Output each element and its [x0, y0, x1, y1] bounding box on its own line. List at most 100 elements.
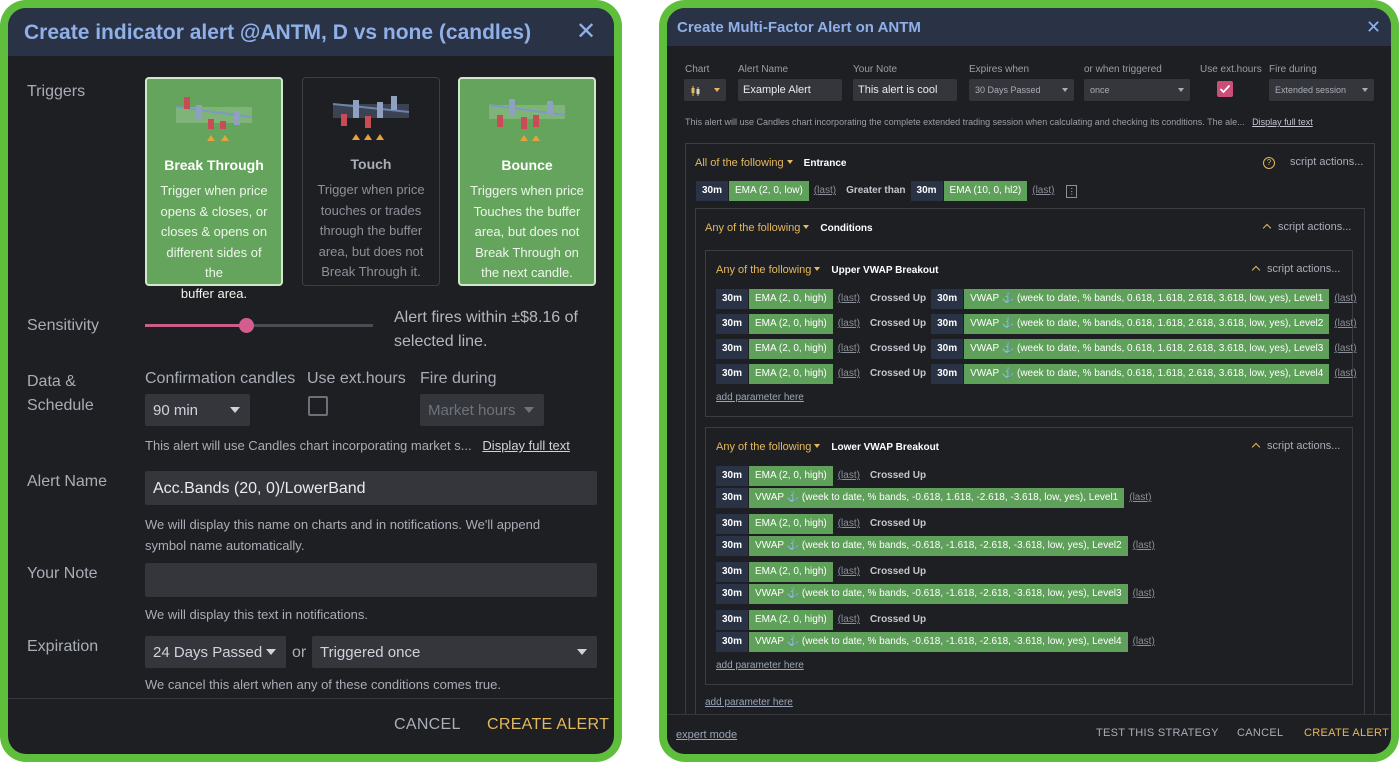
- indicator-tag[interactable]: EMA (2, 0, high): [749, 289, 833, 309]
- expiration-select[interactable]: 24 Days Passed: [145, 636, 286, 668]
- close-icon[interactable]: ✕: [576, 20, 596, 44]
- quantifier-dropdown[interactable]: Any of the following: [716, 264, 811, 276]
- indicator-tag[interactable]: EMA (2, 0, high): [749, 466, 833, 486]
- timeframe-tag[interactable]: 30m: [716, 339, 749, 359]
- timeframe-tag[interactable]: 30m: [910, 181, 943, 201]
- help-icon[interactable]: ?: [1263, 157, 1275, 169]
- indicator-tag[interactable]: VWAP ⚓ (week to date, % bands, -0.618, -…: [749, 632, 1128, 652]
- create-alert-button[interactable]: CREATE ALERT: [487, 716, 609, 734]
- last-link[interactable]: (last): [1329, 364, 1361, 384]
- last-link[interactable]: (last): [1329, 289, 1361, 309]
- last-link[interactable]: (last): [833, 364, 865, 384]
- comparison[interactable]: Crossed Up: [865, 289, 931, 309]
- timeframe-tag[interactable]: 30m: [716, 488, 749, 508]
- note-input[interactable]: This alert is cool: [853, 79, 957, 101]
- add-parameter-link[interactable]: add parameter here: [705, 697, 793, 708]
- indicator-tag[interactable]: EMA (2, 0, high): [749, 514, 833, 534]
- timeframe-tag[interactable]: 30m: [716, 314, 749, 334]
- comparison[interactable]: Crossed Up: [865, 514, 931, 534]
- timeframe-tag[interactable]: 30m: [716, 584, 749, 604]
- timeframe-tag[interactable]: 30m: [931, 314, 964, 334]
- expiration-when-select[interactable]: Triggered once: [312, 636, 597, 668]
- last-link[interactable]: (last): [833, 610, 865, 630]
- indicator-tag[interactable]: EMA (2, 0, high): [749, 562, 833, 582]
- alert-name-input[interactable]: Example Alert: [738, 79, 842, 101]
- cancel-button[interactable]: CANCEL: [394, 716, 461, 734]
- last-link[interactable]: (last): [833, 466, 865, 486]
- test-strategy-button[interactable]: TEST THIS STRATEGY: [1096, 727, 1219, 739]
- indicator-tag[interactable]: VWAP ⚓ (week to date, % bands, 0.618, 1.…: [964, 339, 1330, 359]
- quantifier-dropdown[interactable]: Any of the following: [705, 222, 800, 234]
- ext-hours-checkbox[interactable]: [308, 396, 328, 416]
- last-link[interactable]: (last): [1128, 536, 1160, 556]
- last-link[interactable]: (last): [1128, 584, 1160, 604]
- indicator-tag[interactable]: VWAP ⚓ (week to date, % bands, -0.618, -…: [749, 584, 1128, 604]
- fire-during-select[interactable]: Extended session: [1269, 79, 1374, 101]
- last-link[interactable]: (last): [809, 181, 841, 201]
- timeframe-tag[interactable]: 30m: [931, 289, 964, 309]
- timeframe-tag[interactable]: 30m: [931, 364, 964, 384]
- ext-hours-checkbox[interactable]: [1217, 81, 1233, 97]
- sensitivity-slider-thumb[interactable]: [239, 318, 254, 333]
- last-link[interactable]: (last): [833, 314, 865, 334]
- indicator-tag[interactable]: EMA (2, 0, low): [729, 181, 809, 201]
- timeframe-tag[interactable]: 30m: [696, 181, 729, 201]
- add-parameter-link[interactable]: add parameter here: [716, 392, 804, 403]
- display-full-text-link[interactable]: Display full text: [482, 438, 569, 453]
- indicator-tag[interactable]: VWAP ⚓ (week to date, % bands, 0.618, 1.…: [964, 314, 1330, 334]
- quantifier-dropdown[interactable]: Any of the following: [716, 441, 811, 453]
- script-actions[interactable]: script actions...: [1262, 221, 1351, 233]
- timeframe-tag[interactable]: 30m: [716, 632, 749, 652]
- comparison[interactable]: Crossed Up: [865, 339, 931, 359]
- indicator-tag[interactable]: VWAP ⚓ (week to date, % bands, 0.618, 1.…: [964, 364, 1330, 384]
- script-actions[interactable]: script actions...: [1251, 440, 1340, 452]
- expert-mode-link[interactable]: expert mode: [676, 729, 737, 741]
- last-link[interactable]: (last): [833, 339, 865, 359]
- timeframe-tag[interactable]: 30m: [716, 289, 749, 309]
- last-link[interactable]: (last): [1329, 314, 1361, 334]
- timeframe-tag[interactable]: 30m: [716, 364, 749, 384]
- comparison[interactable]: Crossed Up: [865, 610, 931, 630]
- trigger-break-through[interactable]: Break Through Trigger when price opens & …: [145, 77, 283, 301]
- indicator-tag[interactable]: EMA (2, 0, high): [749, 610, 833, 630]
- display-full-text-link[interactable]: Display full text: [1252, 117, 1313, 127]
- comparison[interactable]: Crossed Up: [865, 466, 931, 486]
- indicator-tag[interactable]: VWAP ⚓ (week to date, % bands, 0.618, 1.…: [964, 289, 1330, 309]
- indicator-tag[interactable]: EMA (2, 0, high): [749, 364, 833, 384]
- indicator-tag[interactable]: EMA (2, 0, high): [749, 339, 833, 359]
- comparison[interactable]: Crossed Up: [865, 364, 931, 384]
- indicator-tag[interactable]: VWAP ⚓ (week to date, % bands, -0.618, 1…: [749, 488, 1125, 508]
- timeframe-tag[interactable]: 30m: [716, 536, 749, 556]
- comparison[interactable]: Greater than: [841, 181, 910, 201]
- last-link[interactable]: (last): [833, 289, 865, 309]
- last-link[interactable]: (last): [1027, 181, 1059, 201]
- script-actions[interactable]: script actions...: [1251, 263, 1340, 275]
- comparison[interactable]: Crossed Up: [865, 314, 931, 334]
- timeframe-tag[interactable]: 30m: [931, 339, 964, 359]
- last-link[interactable]: (last): [833, 514, 865, 534]
- indicator-tag[interactable]: EMA (2, 0, high): [749, 314, 833, 334]
- last-link[interactable]: (last): [1124, 488, 1156, 508]
- chart-type-select[interactable]: [684, 79, 726, 101]
- indicator-tag[interactable]: EMA (10, 0, hl2): [943, 181, 1028, 201]
- more-icon[interactable]: ⋮: [1066, 185, 1078, 198]
- alert-name-input[interactable]: Acc.Bands (20, 0)/LowerBand: [145, 471, 597, 505]
- add-parameter-link[interactable]: add parameter here: [716, 660, 804, 671]
- timeframe-tag[interactable]: 30m: [716, 514, 749, 534]
- create-alert-button[interactable]: CREATE ALERT: [1304, 727, 1389, 739]
- trigger-bounce[interactable]: Bounce Triggers when price Touches the bu…: [458, 77, 596, 286]
- last-link[interactable]: (last): [1329, 339, 1361, 359]
- last-link[interactable]: (last): [833, 562, 865, 582]
- confirmation-candles-select[interactable]: 90 min: [145, 394, 250, 426]
- script-actions[interactable]: script actions...: [1290, 156, 1363, 168]
- trigger-touch[interactable]: Touch Trigger when price touches or trade…: [302, 77, 440, 286]
- cancel-button[interactable]: CANCEL: [1237, 727, 1283, 739]
- indicator-tag[interactable]: VWAP ⚓ (week to date, % bands, -0.618, -…: [749, 536, 1128, 556]
- last-link[interactable]: (last): [1128, 632, 1160, 652]
- close-icon[interactable]: ✕: [1366, 18, 1381, 36]
- timeframe-tag[interactable]: 30m: [716, 562, 749, 582]
- comparison[interactable]: Crossed Up: [865, 562, 931, 582]
- timeframe-tag[interactable]: 30m: [716, 610, 749, 630]
- quantifier-dropdown[interactable]: All of the following: [695, 157, 784, 169]
- timeframe-tag[interactable]: 30m: [716, 466, 749, 486]
